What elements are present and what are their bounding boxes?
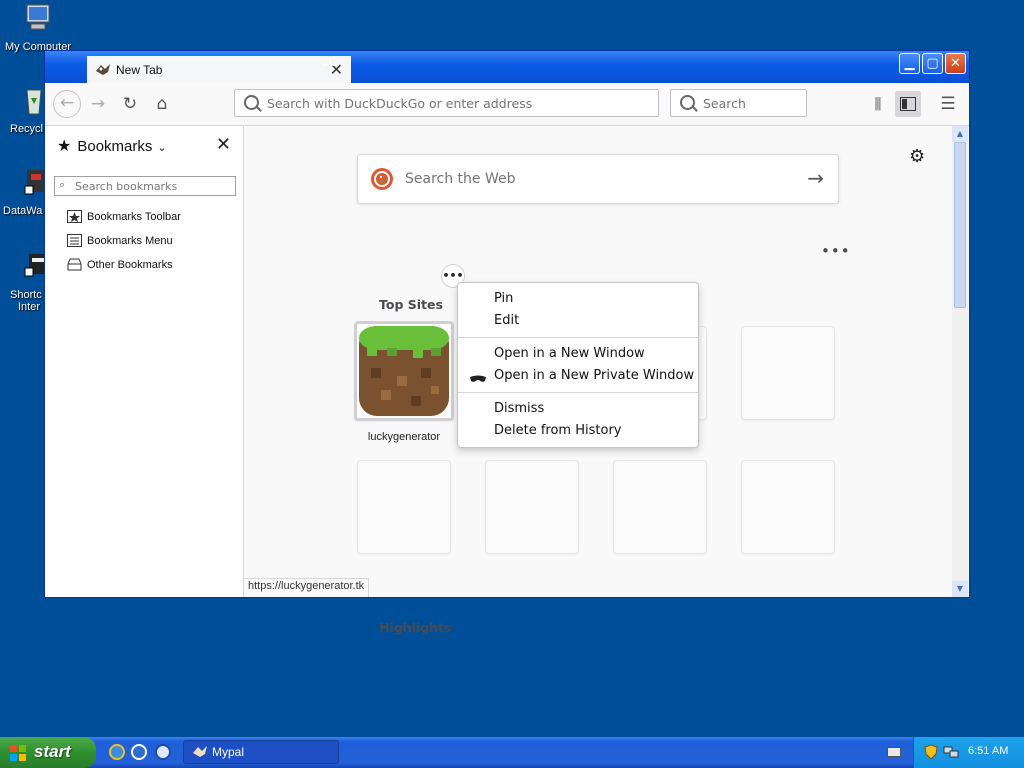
- maximize-button[interactable]: ▢: [922, 53, 943, 74]
- top-site-tile-luckygenerator[interactable]: [354, 321, 454, 421]
- shield-icon[interactable]: [924, 744, 938, 760]
- tile-context-menu: Pin Edit Open in a New Window Open in a …: [457, 282, 699, 448]
- menu-item-delete-history[interactable]: Delete from History: [494, 423, 621, 438]
- home-button[interactable]: ⌂: [149, 91, 175, 117]
- system-tray: 6:51 AM: [913, 737, 1024, 768]
- start-label: start: [34, 742, 71, 761]
- arrow-right-icon[interactable]: →: [807, 166, 824, 190]
- bookmarks-menu-icon: [67, 234, 82, 247]
- internet-explorer-icon[interactable]: [109, 744, 125, 760]
- mypal-icon: [193, 746, 207, 757]
- new-tab-button[interactable]: +: [315, 53, 345, 78]
- bookmarks-sidebar: ★ Bookmarks ⌄ ✕ ⌕ Search bookmarks Bookmar…: [45, 126, 244, 597]
- bookmarks-search-placeholder: Search bookmarks: [75, 180, 178, 193]
- vertical-scrollbar[interactable]: ▲ ▼: [952, 126, 968, 597]
- sidebar-item-label: Other Bookmarks: [87, 259, 173, 271]
- back-button[interactable]: ←: [53, 90, 81, 118]
- menu-item-edit[interactable]: Edit: [494, 313, 519, 328]
- duckduckgo-icon: [371, 168, 393, 190]
- menu-item-dismiss[interactable]: Dismiss: [494, 401, 544, 416]
- taskbar: start Mypal 6:51 AM: [0, 737, 1024, 768]
- browser-window: New Tab ✕ + ▁ ▢ ✕ ← → ↻ ⌂ Search with Du…: [44, 50, 970, 635]
- sidebar-item-bookmarks-toolbar[interactable]: Bookmarks Toolbar: [67, 210, 181, 223]
- scroll-down-icon[interactable]: ▼: [952, 581, 968, 597]
- top-sites-title: Top Sites: [379, 297, 443, 312]
- bookmarks-search-input[interactable]: ⌕ Search bookmarks: [54, 176, 236, 196]
- minecraft-grass-block-icon: [359, 326, 449, 416]
- other-bookmarks-icon: [67, 258, 82, 271]
- menu-item-open-private-window[interactable]: Open in a New Private Window: [494, 368, 694, 383]
- mypal-favicon-icon: [96, 64, 110, 75]
- search-icon: ⌕: [59, 178, 66, 191]
- media-player-icon[interactable]: [155, 744, 171, 760]
- windows-logo-icon: [10, 745, 26, 761]
- status-url: https://luckygenerator.tk: [244, 578, 370, 597]
- computer-icon: [26, 4, 50, 30]
- sidebar-item-label: Bookmarks Toolbar: [87, 211, 181, 223]
- library-icon[interactable]: ⫼: [865, 91, 891, 117]
- search-icon: [680, 95, 695, 110]
- desktop-icon-my-computer[interactable]: My Computer: [0, 2, 76, 53]
- reload-button[interactable]: ↻: [117, 91, 143, 117]
- sidebar-item-other-bookmarks[interactable]: Other Bookmarks: [67, 258, 173, 271]
- top-site-label: luckygenerator: [367, 431, 441, 443]
- navigation-toolbar: ← → ↻ ⌂ Search with DuckDuckGo or enter …: [45, 83, 969, 126]
- gear-icon[interactable]: ⚙: [909, 146, 925, 167]
- minimize-button[interactable]: ▁: [899, 53, 920, 74]
- address-bar[interactable]: Search with DuckDuckGo or enter address: [234, 89, 659, 117]
- sidebar-item-label: Bookmarks Menu: [87, 235, 173, 247]
- menu-separator: [458, 392, 698, 393]
- keyboard-icon[interactable]: [887, 747, 901, 757]
- menu-separator: [458, 337, 698, 338]
- scroll-up-icon[interactable]: ▲: [952, 126, 968, 142]
- menu-item-pin[interactable]: Pin: [494, 291, 513, 306]
- network-icon[interactable]: [943, 744, 959, 760]
- sidebar-header[interactable]: ★ Bookmarks ⌄: [57, 136, 167, 156]
- section-more-icon[interactable]: •••: [821, 242, 851, 260]
- tab-title: New Tab: [116, 63, 163, 77]
- address-placeholder: Search with DuckDuckGo or enter address: [267, 96, 533, 111]
- bookmarks-toolbar-icon: [67, 210, 82, 223]
- start-button[interactable]: start: [0, 737, 96, 768]
- menu-icon[interactable]: ☰: [935, 91, 961, 117]
- chevron-down-icon: ⌄: [157, 142, 167, 154]
- sidebar-toggle-icon[interactable]: [895, 91, 921, 117]
- taskbar-item-label: Mypal: [212, 745, 245, 759]
- top-site-tile-empty[interactable]: [357, 460, 451, 554]
- top-site-tile-empty[interactable]: [741, 326, 835, 420]
- tab-new-tab[interactable]: New Tab ✕: [87, 54, 351, 84]
- scrollbar-thumb[interactable]: [954, 142, 966, 308]
- sidebar-close-icon[interactable]: ✕: [216, 134, 231, 155]
- title-bar[interactable]: New Tab ✕ + ▁ ▢ ✕: [45, 51, 969, 84]
- web-search-box[interactable]: Search the Web →: [357, 154, 839, 204]
- highlights-title: Highlights: [379, 620, 452, 635]
- search-icon: [244, 95, 259, 110]
- sidebar-title: Bookmarks: [77, 138, 153, 155]
- new-tab-page: ⚙ Search the Web → Top Sites ••• luckyge…: [244, 126, 952, 635]
- private-mask-icon: [470, 375, 486, 382]
- search-placeholder: Search: [703, 96, 746, 111]
- browser-content: ★ Bookmarks ⌄ ✕ ⌕ Search bookmarks Bookmar…: [45, 126, 969, 635]
- top-site-tile-empty[interactable]: [613, 460, 707, 554]
- outlook-icon[interactable]: [131, 744, 147, 760]
- star-icon: ★: [57, 138, 72, 155]
- web-search-placeholder: Search the Web: [405, 171, 516, 187]
- close-button[interactable]: ✕: [945, 53, 966, 74]
- sidebar-item-bookmarks-menu[interactable]: Bookmarks Menu: [67, 234, 173, 247]
- clock[interactable]: 6:51 AM: [968, 745, 1008, 757]
- top-site-tile-empty[interactable]: [741, 460, 835, 554]
- forward-button[interactable]: →: [85, 91, 111, 117]
- menu-item-open-new-window[interactable]: Open in a New Window: [494, 346, 645, 361]
- taskbar-item-mypal[interactable]: Mypal: [183, 740, 339, 764]
- top-site-tile-empty[interactable]: [485, 460, 579, 554]
- search-bar[interactable]: Search: [670, 89, 807, 117]
